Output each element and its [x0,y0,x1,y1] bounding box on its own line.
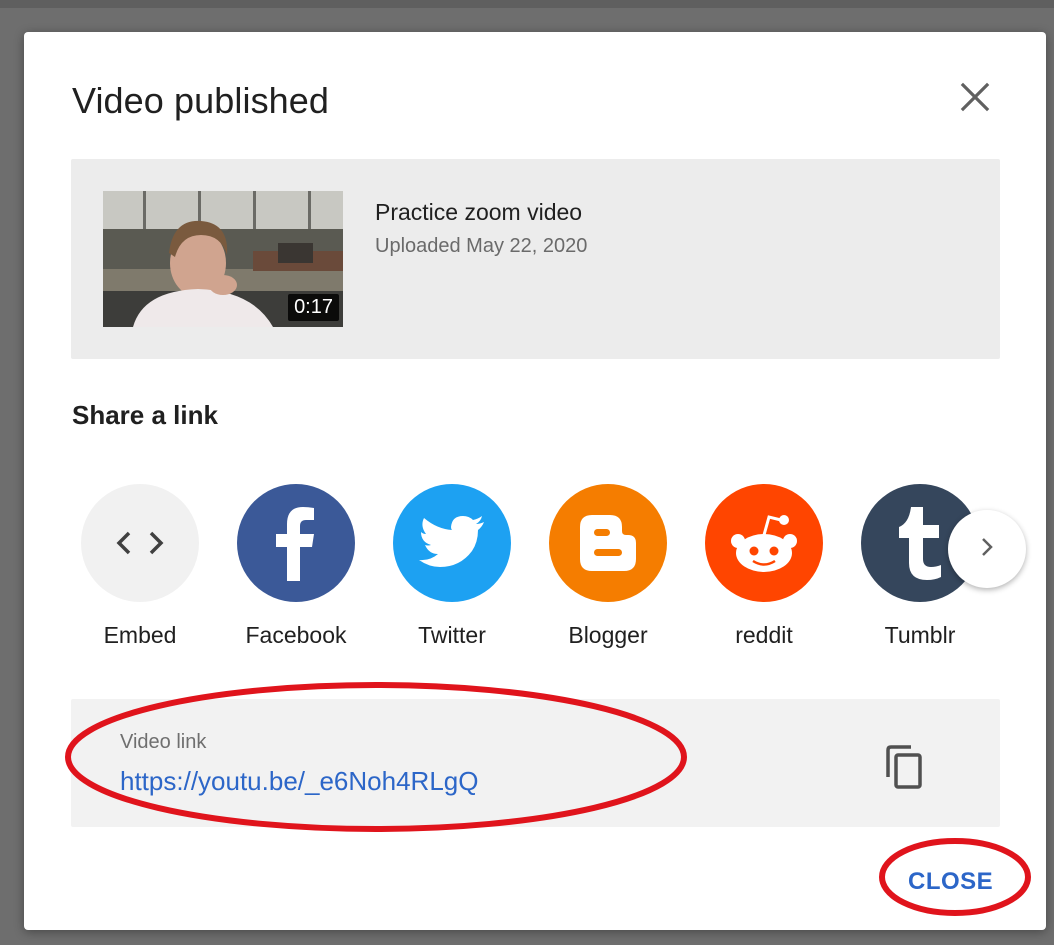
video-upload-date: Uploaded May 22, 2020 [375,235,588,257]
share-embed-label: Embed [103,622,177,648]
share-reddit-button[interactable]: reddit [684,484,844,664]
share-tumblr-label: Tumblr [884,622,956,648]
close-icon[interactable] [958,80,992,114]
video-thumbnail[interactable]: 0:17 [103,191,343,327]
share-next-button[interactable] [948,510,1026,588]
share-blogger-label: Blogger [568,622,648,648]
twitter-icon [393,484,511,602]
close-button[interactable]: CLOSE [908,868,993,896]
share-facebook-button[interactable]: Facebook [216,484,376,664]
video-link-box: Video link https://youtu.be/_e6Noh4RLgQ [71,699,1000,827]
video-published-dialog: Video published 0:17 Practice zoom video… [24,32,1046,930]
facebook-icon [237,484,355,602]
backdrop [0,0,1054,8]
share-facebook-label: Facebook [245,622,347,648]
share-twitter-button[interactable]: Twitter [372,484,532,664]
chevron-right-icon [977,533,997,566]
video-card: 0:17 Practice zoom video Uploaded May 22… [71,159,1000,359]
blogger-icon [549,484,667,602]
dialog-title: Video published [72,80,330,121]
share-twitter-label: Twitter [418,622,486,648]
share-heading: Share a link [72,400,218,430]
embed-icon [81,484,199,602]
video-title: Practice zoom video [375,199,583,225]
share-reddit-label: reddit [735,622,793,648]
video-link-label: Video link [120,731,207,753]
copy-icon[interactable] [883,743,927,791]
video-duration: 0:17 [288,294,339,321]
share-embed-button[interactable]: Embed [60,484,220,664]
video-link-url[interactable]: https://youtu.be/_e6Noh4RLgQ [120,766,478,797]
reddit-icon [705,484,823,602]
share-blogger-button[interactable]: Blogger [528,484,688,664]
